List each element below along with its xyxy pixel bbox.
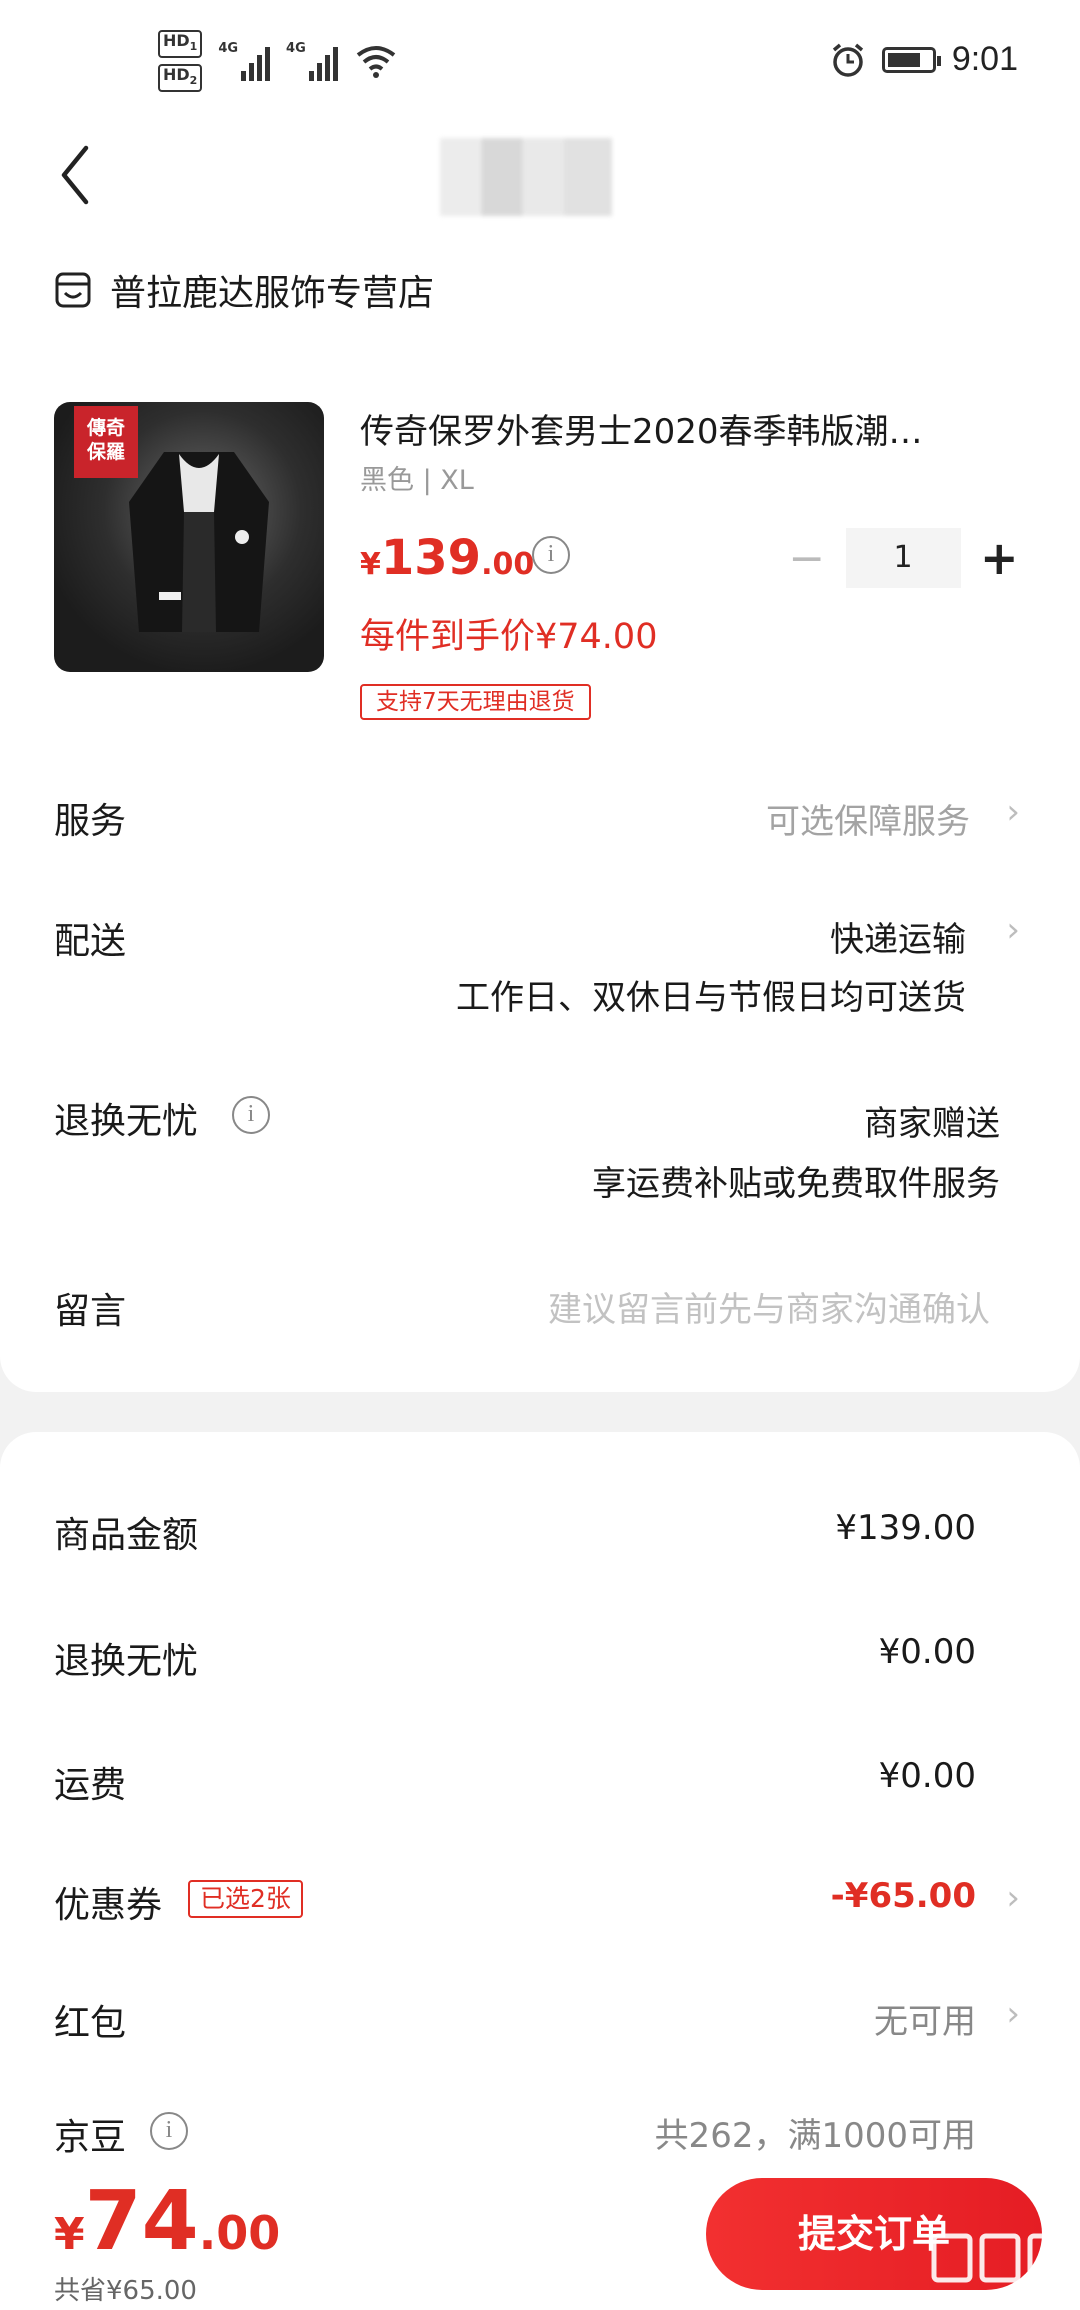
goods-amount-value: ¥139.00 — [835, 1508, 976, 1548]
quantity-stepper: − 1 + — [778, 526, 1028, 590]
store-name: 普拉鹿达服饰专营店 — [110, 273, 435, 314]
battery-icon — [881, 46, 941, 73]
store-header[interactable]: 普拉鹿达服饰专营店 — [54, 264, 434, 316]
product-name[interactable]: 传奇保罗外套男士2020春季韩版潮… — [360, 404, 923, 453]
watermark-logo: zhizhizhi.com — [930, 2230, 1070, 2310]
delivery-label: 配送 — [54, 921, 127, 962]
worry-info-icon[interactable]: i — [232, 1096, 270, 1134]
worry-value: 商家赠送 — [864, 1104, 1000, 1144]
coupon-value[interactable]: -¥65.00 — [831, 1876, 976, 1916]
return-badge: 支持7天无理由退货 — [360, 684, 591, 720]
summary-card: 商品金额 ¥139.00 退换无忧 ¥0.00 运费 ¥0.00 优惠券 已选2… — [0, 1432, 1080, 2202]
bottom-bar: ¥74.00 共省¥65.00 提交订单 zhizhizhi.com — [0, 2160, 1080, 2310]
product-thumbnail[interactable]: 傳奇 保羅 — [54, 402, 324, 672]
redpacket-value[interactable]: 无可用 — [874, 1994, 976, 2043]
signal-2-icon: 4G — [286, 41, 338, 82]
service-value[interactable]: 可选保障服务 — [766, 794, 970, 843]
increase-button[interactable]: + — [971, 531, 1029, 585]
shipping-label: 运费 — [54, 1765, 127, 1806]
alarm-icon — [832, 43, 863, 77]
price-info-icon[interactable]: i — [532, 536, 570, 574]
jacket-image — [129, 452, 269, 632]
decrease-button[interactable]: − — [778, 533, 836, 584]
hd2-badge: HD2 — [158, 64, 203, 93]
service-chevron-icon[interactable]: › — [1006, 792, 1020, 832]
delivery-chevron-icon[interactable]: › — [1006, 910, 1020, 950]
quantity-input[interactable]: 1 — [845, 528, 961, 588]
worry-fee-value: ¥0.00 — [878, 1632, 976, 1672]
status-indicators: HD1 HD2 4G 4G — [158, 30, 396, 93]
message-input[interactable]: 建议留言前先与商家沟通确认 — [548, 1282, 990, 1331]
redpacket-label: 红包 — [54, 2003, 127, 2044]
delivery-value[interactable]: 快递运输 — [830, 912, 966, 961]
status-right: 9:01 — [830, 40, 1018, 79]
jd-bean-info-icon[interactable]: i — [150, 2112, 188, 2150]
hd-indicators: HD1 HD2 — [158, 30, 203, 93]
worry-note: 享运费补贴或免费取件服务 — [592, 1164, 1000, 1204]
total-price: ¥74.00 — [54, 2174, 281, 2269]
status-bar: HD1 HD2 4G 4G 9:01 — [0, 0, 1080, 120]
watermark-icon — [931, 2233, 1069, 2283]
jd-bean-label: 京豆 — [54, 2117, 127, 2158]
jd-bean-value: 共262，满1000可用 — [654, 2116, 976, 2156]
coupon-chevron-icon[interactable]: › — [1006, 1878, 1020, 1918]
coupon-badge: 已选2张 — [188, 1880, 303, 1918]
redpacket-chevron-icon[interactable]: › — [1006, 1994, 1020, 2034]
message-label: 留言 — [54, 1291, 127, 1332]
clock-time: 9:01 — [951, 40, 1018, 78]
worry-fee-label: 退换无忧 — [54, 1641, 199, 1682]
store-icon — [55, 272, 91, 308]
service-label: 服务 — [54, 801, 127, 842]
coupon-label: 优惠券 — [54, 1885, 163, 1926]
wifi-icon — [356, 46, 395, 79]
worry-label: 退换无忧 — [54, 1101, 199, 1142]
shipping-value: ¥0.00 — [878, 1756, 976, 1796]
hand-price: 每件到手价¥74.00 — [360, 617, 658, 657]
product-spec[interactable]: 黑色 | XL — [360, 458, 474, 497]
nav-bar — [0, 120, 1080, 230]
back-icon[interactable] — [56, 140, 96, 210]
page-title-blurred — [440, 138, 612, 216]
order-card: 普拉鹿达服饰专营店 傳奇 保羅 传奇保罗外套男士2020春季韩版潮… 黑色 | … — [0, 230, 1080, 1392]
signal-1-icon: 4G — [218, 41, 271, 82]
product-price: ¥139.00 — [360, 530, 535, 586]
goods-amount-label: 商品金额 — [54, 1515, 199, 1556]
saved-amount: 共省¥65.00 — [54, 2276, 197, 2306]
delivery-note: 工作日、双休日与节假日均可送货 — [456, 978, 966, 1018]
hd1-badge: HD1 — [158, 30, 203, 59]
